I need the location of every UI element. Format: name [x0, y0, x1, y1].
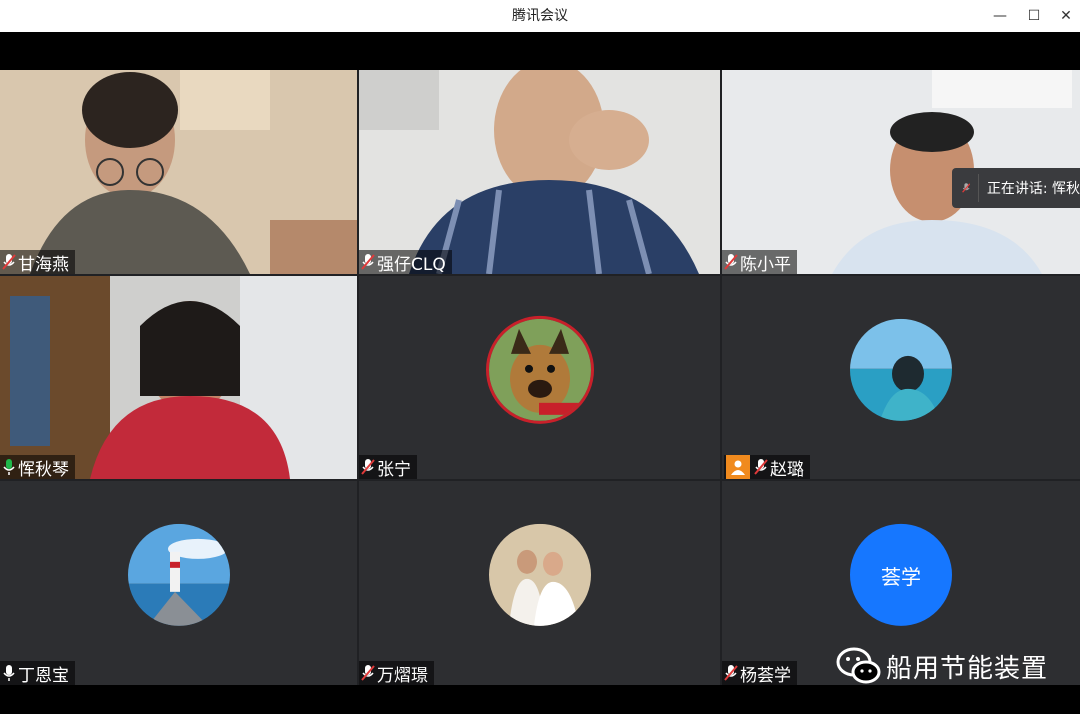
speaking-indicator: 正在讲话: 恽秋 [952, 168, 1080, 208]
mic-icon [3, 665, 15, 681]
participant-name: 赵璐 [770, 459, 804, 480]
top-black-band [0, 32, 1080, 70]
wechat-watermark: 船用节能装置 [836, 644, 1048, 688]
video-tile-1[interactable]: 甘海燕 [0, 70, 357, 274]
video-tile-6[interactable]: 赵璐 [722, 276, 1080, 479]
participant-name: 丁恩宝 [18, 665, 69, 686]
mic-muted-icon [2, 254, 16, 270]
participant-name-label: 甘海燕 [0, 250, 75, 274]
video-tile-2[interactable]: 强仔CLQ [359, 70, 720, 274]
watermark-text: 船用节能装置 [886, 653, 1049, 684]
avatar-text: 荟学 [881, 564, 921, 589]
mic-muted-icon [962, 183, 971, 193]
video-tile-7[interactable]: 丁恩宝 [0, 481, 357, 685]
participant-name-label: 张宁 [359, 455, 417, 479]
title-bar: 腾讯会议 — ☐ ✕ [0, 0, 1080, 32]
participant-name-label: 陈小平 [722, 250, 797, 274]
participant-name: 陈小平 [740, 254, 791, 275]
participant-name-label: 丁恩宝 [0, 661, 75, 685]
text-avatar: 荟学 [850, 523, 952, 626]
participant-video [0, 70, 357, 274]
mic-muted-icon [361, 665, 375, 681]
participant-name-label: 万熠璟 [359, 661, 434, 685]
mic-muted-icon [724, 254, 738, 270]
mic-muted-icon [361, 254, 375, 270]
bottom-black-band [0, 685, 1080, 714]
participant-name-label: 恽秋琴 [0, 455, 75, 479]
participant-name: 杨荟学 [740, 665, 791, 686]
mic-muted-icon [754, 459, 768, 475]
participant-name: 恽秋琴 [18, 459, 69, 480]
participant-name: 张宁 [377, 459, 411, 480]
dog-avatar [488, 318, 591, 421]
mic-muted-icon [361, 459, 375, 475]
maximize-button[interactable]: ☐ [1022, 4, 1046, 28]
video-grid: 甘海燕 强仔CLQ 陈小平 恽秋琴 张宁 赵璐 丁恩宝 万熠璟 荟学 杨荟学 [0, 70, 1080, 685]
sea-child-avatar [850, 318, 952, 421]
wedding-photo-avatar [488, 523, 591, 626]
mic-muted-icon [724, 665, 738, 681]
lighthouse-avatar [127, 523, 230, 626]
video-tile-8[interactable]: 万熠璟 [359, 481, 720, 685]
window-title: 腾讯会议 [512, 8, 568, 24]
participant-name: 强仔CLQ [377, 254, 446, 275]
minimize-button[interactable]: — [988, 4, 1012, 28]
wechat-icon [836, 647, 881, 684]
close-button[interactable]: ✕ [1054, 4, 1078, 28]
speaking-text: 正在讲话: 恽秋 [986, 181, 1080, 197]
participant-video [359, 70, 720, 274]
participant-name: 甘海燕 [18, 254, 69, 275]
video-tile-5[interactable]: 张宁 [359, 276, 720, 479]
participant-name-label: 强仔CLQ [359, 250, 452, 274]
video-tile-4[interactable]: 恽秋琴 [0, 276, 357, 479]
participant-name-label: 赵璐 [724, 455, 810, 479]
participant-name-label: 杨荟学 [722, 661, 797, 685]
mic-active-icon [3, 459, 15, 475]
host-user-icon [726, 455, 750, 479]
participant-video [0, 276, 357, 479]
participant-name: 万熠璟 [377, 665, 428, 686]
